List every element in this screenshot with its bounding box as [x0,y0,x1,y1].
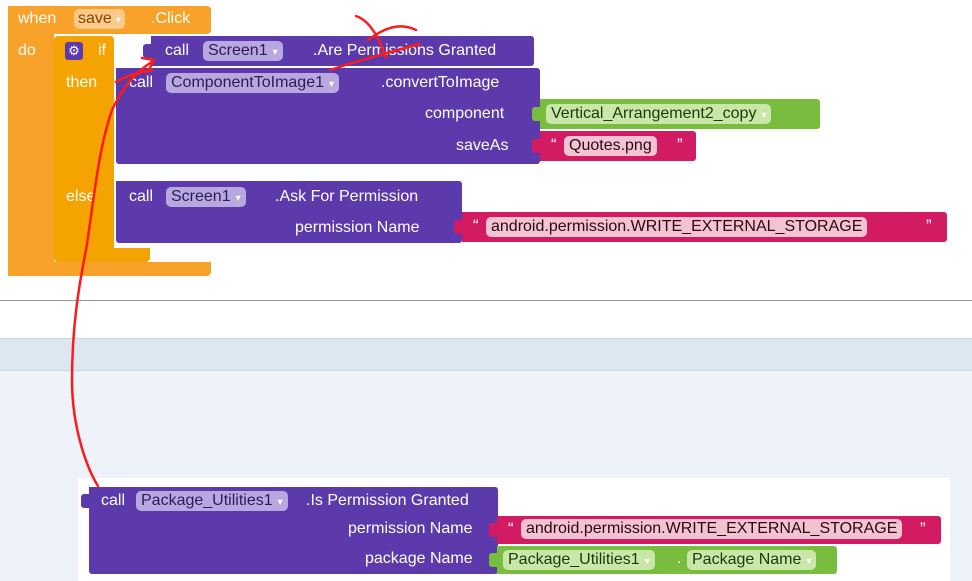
convert-call-label: call [129,74,154,91]
save-as-text-field[interactable]: Quotes.png [564,136,657,156]
divider-line [0,370,972,371]
package-name-property-dropdown[interactable]: Package Name ▾ [687,550,817,570]
package-component-label: Package_Utilities1 [141,492,273,509]
open-quote-icon: “ [473,216,479,235]
block-connector [454,220,464,234]
package-permission-text-field[interactable]: android.permission.WRITE_EXTERNAL_STORAG… [521,519,903,539]
convert-param1-label: component [425,105,505,122]
package-method-label: .Is Permission Granted [306,492,469,509]
panel-toolbar [0,301,972,338]
chevron-down-icon: ▾ [644,556,650,567]
package-name-property-label: Package Name [692,551,802,568]
gear-icon[interactable]: ⚙ [65,42,83,60]
component-value-label: Vertical_Arrangement2_copy [551,105,757,122]
close-quote-icon: ” [677,135,683,154]
chevron-down-icon: ▾ [806,556,812,567]
ask-component-dropdown[interactable]: Screen1 ▾ [166,187,246,207]
convert-param2-label: saveAs [456,137,509,154]
close-quote-icon: ” [926,216,932,235]
package-call-label: call [101,492,126,509]
ask-param-label: permission Name [295,219,420,236]
convert-component-dropdown[interactable]: ComponentToImage1 ▾ [166,73,340,93]
chevron-down-icon: ▾ [761,110,767,121]
open-quote-icon: “ [551,135,557,154]
package-component-dropdown[interactable]: Package_Utilities1 ▾ [136,491,288,511]
block-connector [81,494,91,508]
chevron-down-icon: ▾ [328,79,335,90]
package-permission-text-value: android.permission.WRITE_EXTERNAL_STORAG… [526,520,898,537]
close-quote-icon: ” [920,519,926,538]
event-when-label: when [18,10,57,27]
else-label: else [66,188,96,205]
chevron-down-icon: ▾ [115,15,121,26]
package-name-component-dropdown[interactable]: Package_Utilities1 ▾ [503,550,655,570]
ask-permission-text-field[interactable]: android.permission.WRITE_EXTERNAL_STORAG… [486,217,868,237]
ask-permission-text-value: android.permission.WRITE_EXTERNAL_STORAG… [491,218,863,235]
condition-call-label: call [165,42,190,59]
block-connector [532,139,542,153]
block-connector [143,44,153,58]
save-as-text-value: Quotes.png [569,137,652,154]
package-name-dot: . [677,550,682,567]
event-do-label: do [18,42,36,59]
block-connector [489,553,499,567]
ask-component-label: Screen1 [171,188,231,205]
package-param1-label: permission Name [348,520,473,537]
package-param2-label: package Name [365,550,473,567]
chevron-down-icon: ▾ [272,47,278,58]
condition-component-dropdown[interactable]: Screen1 ▾ [203,41,283,61]
event-name-label: .Click [151,10,191,27]
condition-component-label: Screen1 [208,42,268,59]
chevron-down-icon: ▾ [235,193,241,204]
component-value-dropdown[interactable]: Vertical_Arrangement2_copy ▾ [546,104,772,124]
open-quote-icon: “ [508,519,514,538]
block-connector [489,523,499,537]
ask-call-label: call [129,188,154,205]
convert-component-label: ComponentToImage1 [171,74,324,91]
package-name-component-label: Package_Utilities1 [508,551,640,568]
chevron-down-icon: ▾ [277,497,283,508]
block-connector [532,107,542,121]
ask-method-label: .Ask For Permission [275,188,419,205]
event-component-label: save [78,10,112,27]
event-component-dropdown[interactable]: save ▾ [74,9,125,29]
condition-method-label: .Are Permissions Granted [313,42,497,59]
if-label: if [98,42,106,59]
convert-method-label: .convertToImage [381,74,500,91]
then-label: then [66,74,98,91]
